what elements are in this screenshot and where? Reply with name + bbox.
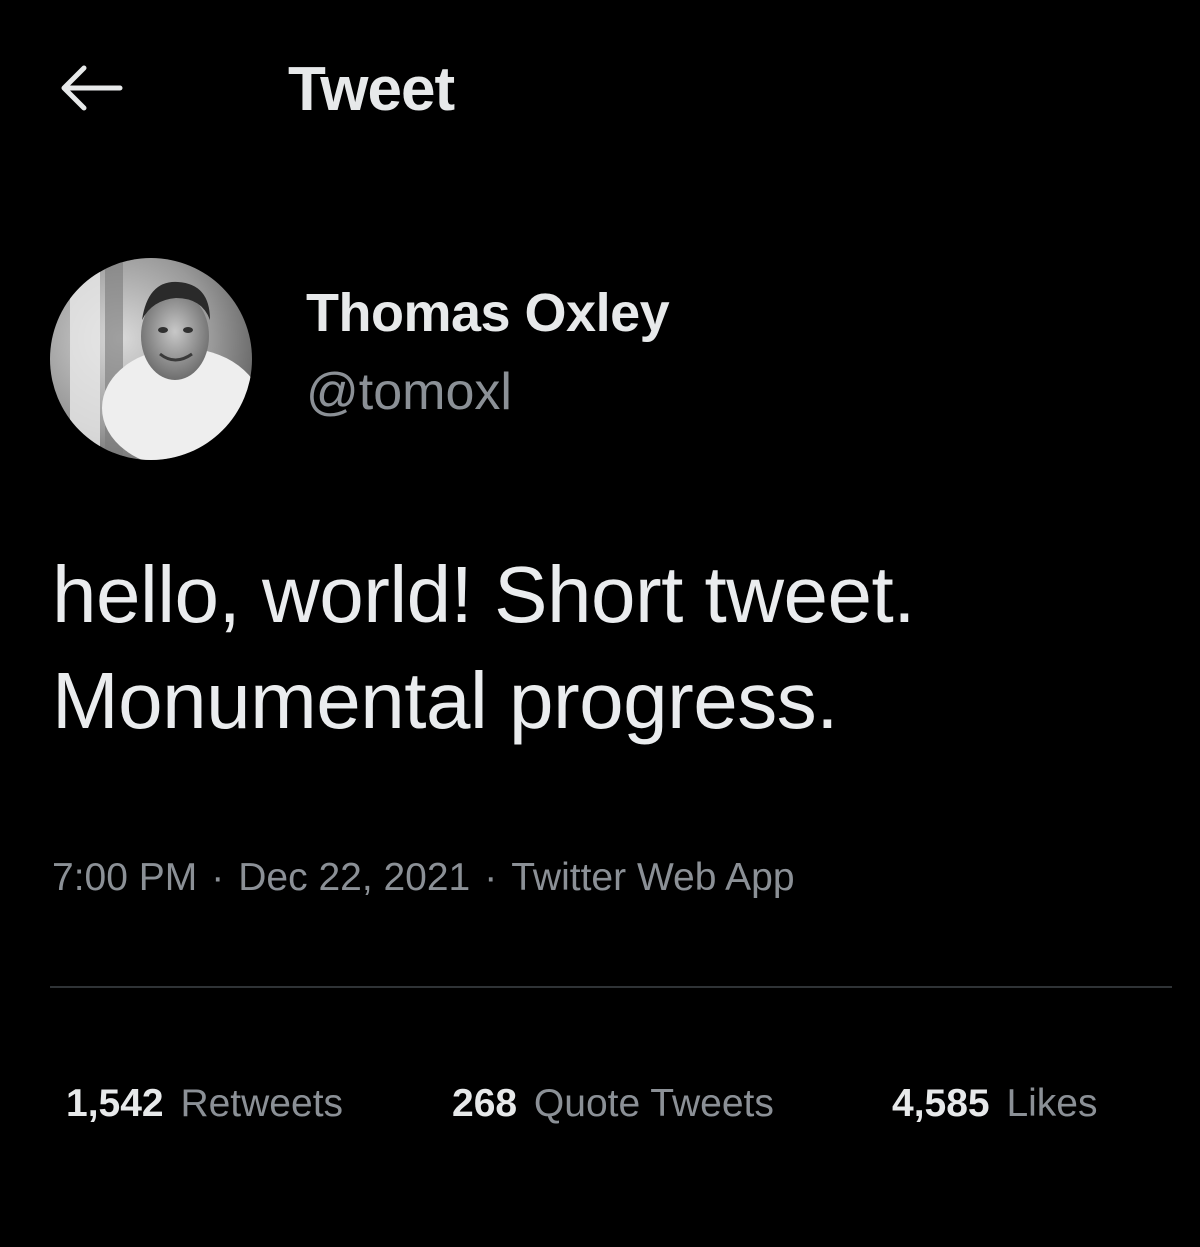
user-handle[interactable]: @tomoxl	[306, 362, 512, 422]
tweet-date[interactable]: Dec 22, 2021	[238, 856, 470, 900]
likes-stat[interactable]: 4,585 Likes	[892, 1082, 1098, 1126]
likes-label: Likes	[1006, 1082, 1098, 1125]
profile-photo	[50, 258, 252, 460]
display-name[interactable]: Thomas Oxley	[306, 282, 670, 344]
top-bar: Tweet	[0, 40, 1200, 140]
avatar[interactable]	[50, 258, 252, 460]
tweet-author: Thomas Oxley @tomoxl	[50, 258, 1150, 464]
meta-separator: ·	[211, 856, 225, 899]
retweets-count: 1,542	[66, 1082, 164, 1125]
retweets-label: Retweets	[180, 1082, 344, 1125]
tweet-text-line: Monumental progress.	[52, 656, 838, 745]
arrow-left-icon	[56, 64, 124, 117]
page-title: Tweet	[288, 55, 455, 124]
likes-count: 4,585	[892, 1082, 990, 1125]
divider	[50, 986, 1172, 988]
quote-tweets-stat[interactable]: 268 Quote Tweets	[452, 1082, 774, 1126]
tweet-text: hello, world! Short tweet. Monumental pr…	[52, 542, 1172, 754]
tweet-meta: 7:00 PM · Dec 22, 2021 · Twitter Web App	[52, 856, 795, 900]
quote-tweets-label: Quote Tweets	[533, 1082, 774, 1125]
tweet-text-line: hello, world! Short tweet.	[52, 550, 915, 639]
tweet-source[interactable]: Twitter Web App	[511, 856, 794, 900]
retweets-stat[interactable]: 1,542 Retweets	[66, 1082, 343, 1126]
back-button[interactable]	[52, 60, 128, 120]
tweet-time[interactable]: 7:00 PM	[52, 856, 197, 900]
meta-separator: ·	[484, 856, 498, 899]
tweet-stats: 1,542 Retweets 268 Quote Tweets 4,585 Li…	[66, 1082, 1186, 1142]
quote-tweets-count: 268	[452, 1082, 518, 1125]
